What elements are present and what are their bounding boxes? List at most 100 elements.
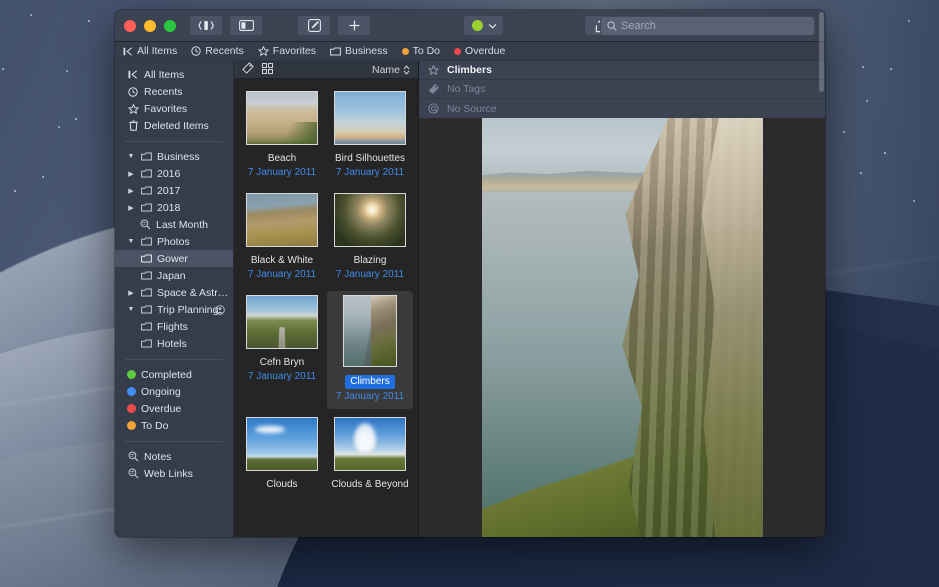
star-icon: [258, 46, 269, 56]
dot-icon: [454, 48, 461, 55]
search-placeholder: Search: [621, 20, 656, 32]
search-field[interactable]: Search: [600, 16, 815, 36]
list-item[interactable]: Blazing 7 January 2011: [327, 189, 413, 287]
trash-icon: [127, 120, 139, 131]
dot-icon: [402, 48, 409, 55]
sidebar-item-recents[interactable]: Recents: [115, 83, 233, 100]
folder-icon: [140, 271, 152, 280]
detail-tags: No Tags: [447, 83, 485, 95]
sidebar-item-label: Web Links: [144, 468, 193, 480]
sidebar-item-label: 2017: [157, 185, 180, 197]
detail-source-row[interactable]: No Source: [419, 99, 825, 118]
list-item-selected[interactable]: Climbers 7 January 2011: [327, 291, 413, 409]
sidebar-item-label: 2016: [157, 168, 180, 180]
folder-icon: [140, 186, 152, 195]
filter-label: Recents: [205, 45, 244, 57]
sidebar-item-photos[interactable]: ▼ Photos: [115, 233, 233, 250]
sidebar-item-all-items[interactable]: All Items: [115, 66, 233, 83]
filter-item-to-do[interactable]: To Do: [402, 45, 440, 57]
disclosure-closed-icon[interactable]: ▶: [127, 204, 135, 212]
sidebar-item-space-astronomy[interactable]: ▶ Space & Astronomy: [115, 284, 233, 301]
sidebar-item-2017[interactable]: ▶ 2017: [115, 182, 233, 199]
filter-item-all-items[interactable]: All Items: [123, 45, 177, 57]
sidebar-item-label: Last Month: [156, 219, 208, 231]
sidebar-item-2016[interactable]: ▶ 2016: [115, 165, 233, 182]
inspector-toggle-button[interactable]: [229, 15, 263, 36]
sidebar-item-label: Trip Planning: [157, 304, 218, 316]
sidebar-item-notes[interactable]: Notes: [115, 448, 233, 465]
minimize-button[interactable]: [144, 20, 156, 32]
sidebar-item-label: 2018: [157, 202, 180, 214]
sidebar-item-favorites[interactable]: Favorites: [115, 100, 233, 117]
close-button[interactable]: [124, 20, 136, 32]
add-button[interactable]: [337, 15, 371, 36]
sidebar-item-deleted-items[interactable]: Deleted Items: [115, 117, 233, 134]
folder-icon: [140, 152, 152, 161]
detail-title-row[interactable]: Climbers: [419, 61, 825, 80]
filter-bar: All Items Recents Favorites Business To …: [115, 42, 825, 61]
dot-icon: [127, 387, 136, 396]
disclosure-closed-icon[interactable]: ▶: [127, 170, 135, 178]
sidebar-item-overdue[interactable]: Overdue: [115, 400, 233, 417]
dot-icon: [127, 421, 136, 430]
sort-control[interactable]: Name: [372, 64, 410, 76]
zoom-button[interactable]: [164, 20, 176, 32]
flag-color-button[interactable]: [463, 15, 504, 36]
sidebar-toggle-button[interactable]: [189, 15, 223, 36]
sidebar-item-label: Gower: [157, 253, 188, 265]
filter-item-overdue[interactable]: Overdue: [454, 45, 505, 57]
sort-label: Name: [372, 64, 400, 76]
sidebar-item-2018[interactable]: ▶ 2018: [115, 199, 233, 216]
folder-icon: [330, 47, 341, 56]
list-item[interactable]: Cefn Bryn 7 January 2011: [239, 291, 325, 409]
item-name: Climbers: [345, 375, 394, 389]
tag-icon[interactable]: [427, 83, 440, 95]
sidebar-item-hotels[interactable]: Hotels: [115, 335, 233, 352]
list-item[interactable]: Black & White 7 January 2011: [239, 189, 325, 287]
source-icon[interactable]: [427, 103, 440, 114]
list-item[interactable]: Beach 7 January 2011: [239, 87, 325, 185]
all-items-icon: [123, 47, 133, 56]
disclosure-closed-icon[interactable]: ▶: [127, 187, 135, 195]
star-icon[interactable]: [427, 65, 440, 75]
disclosure-closed-icon[interactable]: ▶: [127, 289, 135, 297]
tag-icon[interactable]: [242, 61, 254, 79]
sidebar-item-flights[interactable]: Flights: [115, 318, 233, 335]
list-item[interactable]: Clouds: [239, 413, 325, 497]
disclosure-open-icon[interactable]: ▼: [127, 306, 135, 313]
item-date: 7 January 2011: [329, 391, 411, 403]
item-thumbnail: [246, 295, 318, 349]
sidebar-item-gower[interactable]: Gower: [115, 250, 233, 267]
sidebar-item-to-do[interactable]: To Do: [115, 417, 233, 434]
sidebar-item-business[interactable]: ▼ Business: [115, 148, 233, 165]
filter-item-recents[interactable]: Recents: [191, 45, 244, 57]
item-name: Black & White: [241, 255, 323, 267]
item-name: Clouds & Beyond: [329, 479, 411, 491]
detail-tags-row[interactable]: No Tags: [419, 80, 825, 99]
sidebar-item-ongoing[interactable]: Ongoing: [115, 383, 233, 400]
sidebar-item-label: Favorites: [144, 103, 187, 115]
filter-item-favorites[interactable]: Favorites: [258, 45, 316, 57]
sidebar-item-completed[interactable]: Completed: [115, 366, 233, 383]
sidebar-item-japan[interactable]: Japan: [115, 267, 233, 284]
compose-button[interactable]: [297, 15, 331, 36]
filter-label: Overdue: [465, 45, 505, 57]
sidebar-item-last-month[interactable]: Last Month: [115, 216, 233, 233]
item-thumbnail: [334, 91, 406, 145]
list-item[interactable]: Clouds & Beyond: [327, 413, 413, 497]
sidebar-item-trip-planning[interactable]: ▼ Trip Planning: [115, 301, 233, 318]
sidebar-item-label: Photos: [157, 236, 190, 248]
sidebar-item-label: Japan: [157, 270, 186, 282]
disclosure-open-icon[interactable]: ▼: [127, 238, 135, 245]
sidebar-divider: [125, 141, 223, 142]
item-list-column: Name Beach 7 January 2011 Bird Silhouett…: [234, 61, 419, 537]
item-date: 7 January 2011: [329, 167, 411, 179]
disclosure-open-icon[interactable]: ▼: [127, 153, 135, 160]
preview-area[interactable]: [419, 118, 825, 537]
preview-photo-image: [482, 118, 763, 537]
list-item[interactable]: Bird Silhouettes 7 January 2011: [327, 87, 413, 185]
sidebar-item-web-links[interactable]: Web Links: [115, 465, 233, 482]
folder-icon: [140, 339, 152, 348]
grid-view-icon[interactable]: [262, 61, 273, 79]
filter-item-business[interactable]: Business: [330, 45, 388, 57]
